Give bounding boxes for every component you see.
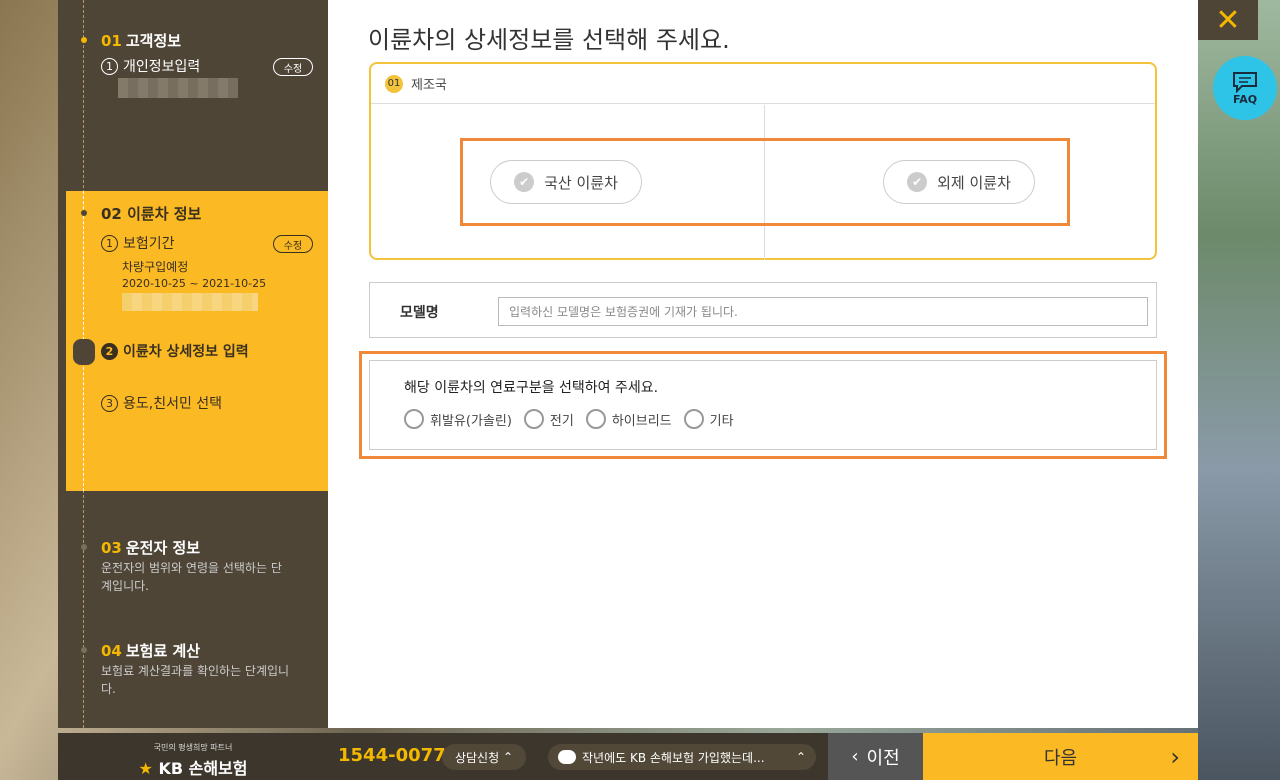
chevron-right-icon: › <box>1170 742 1180 771</box>
faq-label: FAQ <box>1232 92 1258 106</box>
prev-label: 이전 <box>866 747 900 769</box>
next-button[interactable]: 다음 › <box>923 733 1198 780</box>
section-number-badge: 01 <box>385 74 403 93</box>
logo-tagline: 국민의 평생희망 파트너 <box>153 743 233 752</box>
chevron-up-icon: ⌃ <box>502 750 514 764</box>
step-description: 보험료 계산결과를 확인하는 단계입니다. <box>101 664 290 696</box>
consult-label: 상담신청 <box>454 750 500 765</box>
step-description: 운전자의 범위와 연령을 선택하는 단계입니다. <box>101 561 282 593</box>
close-button[interactable]: ✕ <box>1198 0 1258 40</box>
purchase-status: 차량구입예정 <box>122 260 189 274</box>
chat-icon <box>558 750 576 764</box>
step-dot <box>81 37 87 43</box>
step-label: 운전자 정보 <box>125 539 201 557</box>
close-icon: ✕ <box>1215 2 1241 38</box>
model-name-label: 모델명 <box>400 305 439 321</box>
step-number: 03 <box>101 539 122 557</box>
kb-logo: 국민의 평생희망 파트너 ★ KB 손해보험 <box>58 733 328 780</box>
faq-button[interactable]: FAQ <box>1213 56 1277 120</box>
substep-label: 개인정보입력 <box>123 59 201 75</box>
brand-name: KB 손해보험 <box>158 759 248 778</box>
edit-button[interactable]: 수정 <box>273 58 313 76</box>
step-motorcycle-info-active: 02 이륜차 정보 1 보험기간 수정 차량구입예정 2020-10-25 ~ … <box>66 191 328 491</box>
step-number: 04 <box>101 642 122 660</box>
model-name-input[interactable] <box>498 297 1148 326</box>
step-dot <box>81 210 87 216</box>
masked-info <box>122 293 258 311</box>
substep-insurance-period: 1 보험기간 <box>101 233 175 253</box>
next-label: 다음 <box>1043 747 1078 769</box>
highlight-box <box>460 138 1070 226</box>
substep-label: 보험기간 <box>123 236 175 252</box>
chat-label: 작년에도 KB 손해보험 가입했는데... <box>582 750 765 765</box>
step-number: 02 <box>101 205 122 223</box>
model-name-section: 모델명 <box>369 282 1157 338</box>
step-number: 01 <box>101 32 122 50</box>
page-title: 이륜차의 상세정보를 선택해 주세요. <box>368 26 730 54</box>
footer-bar: 국민의 평생희망 파트너 ★ KB 손해보험 1544-0077 상담신청 ⌃ … <box>58 733 1198 780</box>
chat-bubble-icon <box>1233 71 1257 93</box>
chevron-up-icon: ⌃ <box>795 750 806 764</box>
substep-motorcycle-detail: 2 이륜차 상세정보 입력 <box>101 341 249 361</box>
step-dot <box>81 544 87 550</box>
insurance-period-dates: 2020-10-25 ~ 2021-10-25 <box>122 277 267 290</box>
substep-personal-info: 1 개인정보입력 <box>101 56 200 76</box>
step-label: 보험료 계산 <box>125 642 201 660</box>
step-title: 01 고객정보 <box>101 30 181 51</box>
step-title: 04 보험료 계산 <box>101 640 200 661</box>
chat-faq-button[interactable]: 작년에도 KB 손해보험 가입했는데... ⌃ <box>548 744 816 770</box>
edit-button[interactable]: 수정 <box>273 235 313 253</box>
step-label: 이륜차 정보 <box>127 205 202 223</box>
step-label: 고객정보 <box>125 32 182 50</box>
chevron-left-icon: ‹ <box>851 746 859 767</box>
masked-info <box>118 78 238 98</box>
step-title: 03 운전자 정보 <box>101 537 200 558</box>
main-panel: 이륜차의 상세정보를 선택해 주세요. 01 제조국 ✔ 국산 이륜차 ✔ 외제… <box>328 0 1198 728</box>
section-header: 01 제조국 <box>371 64 1155 104</box>
substep-number: 3 <box>101 394 118 412</box>
consult-request-button[interactable]: 상담신청 ⌃ <box>442 744 526 770</box>
prev-button[interactable]: ‹ 이전 <box>828 733 923 780</box>
substep-usage: 3 용도,친서민 선택 <box>101 393 222 413</box>
phone-number: 1544-0077 <box>338 745 446 766</box>
substep-number: 1 <box>101 234 118 252</box>
substep-number: 1 <box>101 57 118 75</box>
substep-label: 이륜차 상세정보 입력 <box>123 344 249 360</box>
current-step-icon <box>73 339 95 365</box>
substep-number: 2 <box>101 342 118 360</box>
star-icon: ★ <box>138 759 153 778</box>
step-title: 02 이륜차 정보 <box>101 203 201 224</box>
logo-brand: ★ KB 손해보험 <box>58 755 328 779</box>
substep-label: 용도,친서민 선택 <box>123 396 223 412</box>
highlight-box <box>359 351 1167 459</box>
section-title: 제조국 <box>411 78 447 93</box>
step-dot <box>81 647 87 653</box>
